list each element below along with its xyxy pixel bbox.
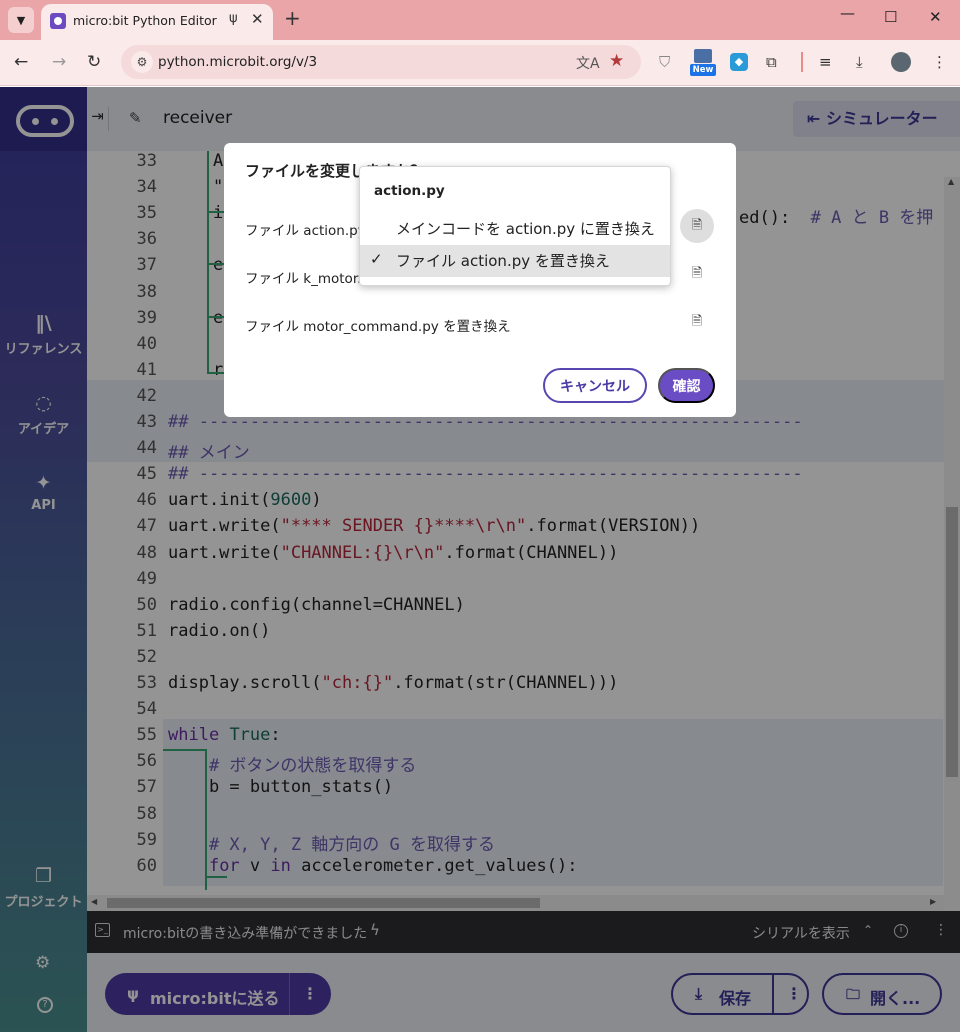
cancel-button[interactable]: キャンセル (543, 368, 647, 403)
file-change-icon[interactable]: 🗎 (680, 305, 714, 339)
dropdown-item[interactable]: メインコードを action.py に置き換え (360, 213, 670, 245)
close-tab-icon[interactable]: ✕ (251, 10, 264, 28)
dropdown-header: action.py (374, 183, 445, 199)
browser-toolbar: ← → ↻ ⚙ python.microbit.org/v/3 文A ★ ⛉ N… (0, 40, 960, 86)
translate-icon[interactable]: 文A (576, 53, 600, 73)
close-window-icon[interactable]: ✕ (929, 8, 942, 26)
puzzle-extensions-icon[interactable]: ⧉ (766, 53, 777, 71)
dropdown-item-selected[interactable]: ✓ ファイル action.py を置き換え (360, 245, 670, 277)
fox-extension-icon[interactable]: ◆ (730, 53, 748, 71)
favicon-icon (50, 13, 66, 29)
dropdown-item-label: ファイル action.py を置き換え (396, 252, 610, 270)
forward-icon[interactable]: → (52, 52, 66, 72)
tab-search-button[interactable]: ▼ (8, 7, 34, 33)
minimize-icon[interactable]: — (840, 4, 855, 22)
maximize-icon[interactable]: ☐ (884, 8, 897, 26)
file-change-icon[interactable]: 🗎 (680, 257, 714, 291)
checkmark-icon: ✓ (370, 250, 383, 268)
dropdown-item-label: メインコードを action.py に置き換え (396, 220, 655, 238)
file-change-icon[interactable]: 🗎 (680, 209, 714, 243)
usb-icon: ψ (229, 11, 238, 26)
download-icon[interactable]: ⤓ (856, 53, 863, 71)
confirm-button[interactable]: 確認 (658, 368, 715, 403)
avatar[interactable] (891, 52, 911, 72)
file-action-dropdown: action.py メインコードを action.py に置き換え ✓ ファイル… (359, 166, 671, 286)
new-badge: New (690, 64, 716, 76)
chevron-down-icon: ▼ (16, 13, 26, 27)
back-icon[interactable]: ← (14, 52, 28, 72)
shield-extension-icon[interactable]: ⛉ (659, 53, 670, 71)
tab-strip: ▼ micro:bit Python Editor ψ ✕ + — ☐ ✕ (0, 0, 960, 40)
site-info-icon[interactable]: ⚙ (131, 51, 153, 73)
toolbar-divider (801, 52, 803, 72)
dialog-option-motor-command: ファイル motor_command.py を置き換え (245, 319, 511, 335)
tab-title: micro:bit Python Editor (73, 13, 217, 28)
reload-icon[interactable]: ↻ (87, 52, 101, 72)
menu-kebab-icon[interactable]: ⋮ (932, 53, 947, 71)
media-control-icon[interactable]: ≡ (819, 53, 832, 71)
bookmark-star-icon[interactable]: ★ (609, 51, 624, 71)
url-text[interactable]: python.microbit.org/v/3 (158, 54, 317, 70)
address-bar[interactable]: ⚙ python.microbit.org/v/3 文A ★ (121, 45, 641, 79)
browser-tab[interactable]: micro:bit Python Editor ψ ✕ (41, 4, 273, 40)
new-extension-icon[interactable]: New (690, 48, 716, 76)
new-tab-button[interactable]: + (284, 6, 301, 30)
